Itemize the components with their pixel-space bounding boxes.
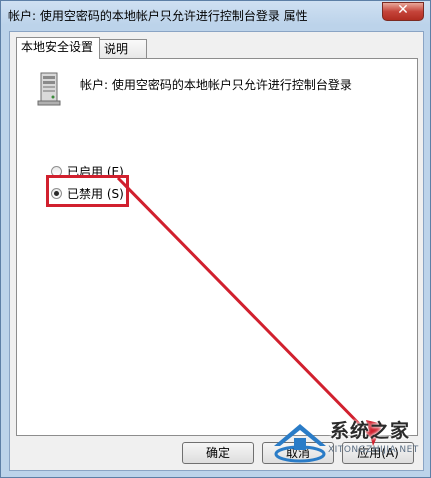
tab-label: 说明 (104, 42, 129, 56)
watermark-logo: 系统之家 XITONGZHIJIA.NET (270, 412, 428, 474)
tab-panel: 帐户: 使用空密码的本地帐户只允许进行控制台登录 已启用 (E) 已禁用 (S) (16, 58, 418, 436)
tab-label: 本地安全设置 (21, 40, 94, 54)
house-logo-icon (274, 424, 326, 463)
ok-button-label: 确定 (205, 446, 230, 460)
window-title: 帐户: 使用空密码的本地帐户只允许进行控制台登录 属性 (8, 9, 308, 23)
watermark-text: 系统之家 (330, 420, 411, 442)
ok-button[interactable]: 确定 (182, 442, 254, 464)
properties-dialog: 帐户: 使用空密码的本地帐户只允许进行控制台登录 属性 ✕ 本地安全设置 说明 … (0, 0, 431, 478)
close-icon: ✕ (397, 2, 409, 18)
tab-local-security-setting[interactable]: 本地安全设置 (16, 37, 100, 59)
dialog-client-area: 本地安全设置 说明 帐户: 使用空密码的本地帐户只允许进行控制台登录 已启用 (… (9, 31, 424, 471)
close-button[interactable]: ✕ (382, 2, 424, 21)
tab-explain[interactable]: 说明 (99, 39, 147, 59)
server-icon (37, 72, 61, 106)
policy-name: 帐户: 使用空密码的本地帐户只允许进行控制台登录 (80, 78, 352, 92)
title-bar[interactable]: 帐户: 使用空密码的本地帐户只允许进行控制台登录 属性 ✕ (1, 1, 431, 29)
watermark-subtext: XITONGZHIJIA.NET (328, 445, 419, 455)
annotation-highlight-box (46, 175, 129, 207)
